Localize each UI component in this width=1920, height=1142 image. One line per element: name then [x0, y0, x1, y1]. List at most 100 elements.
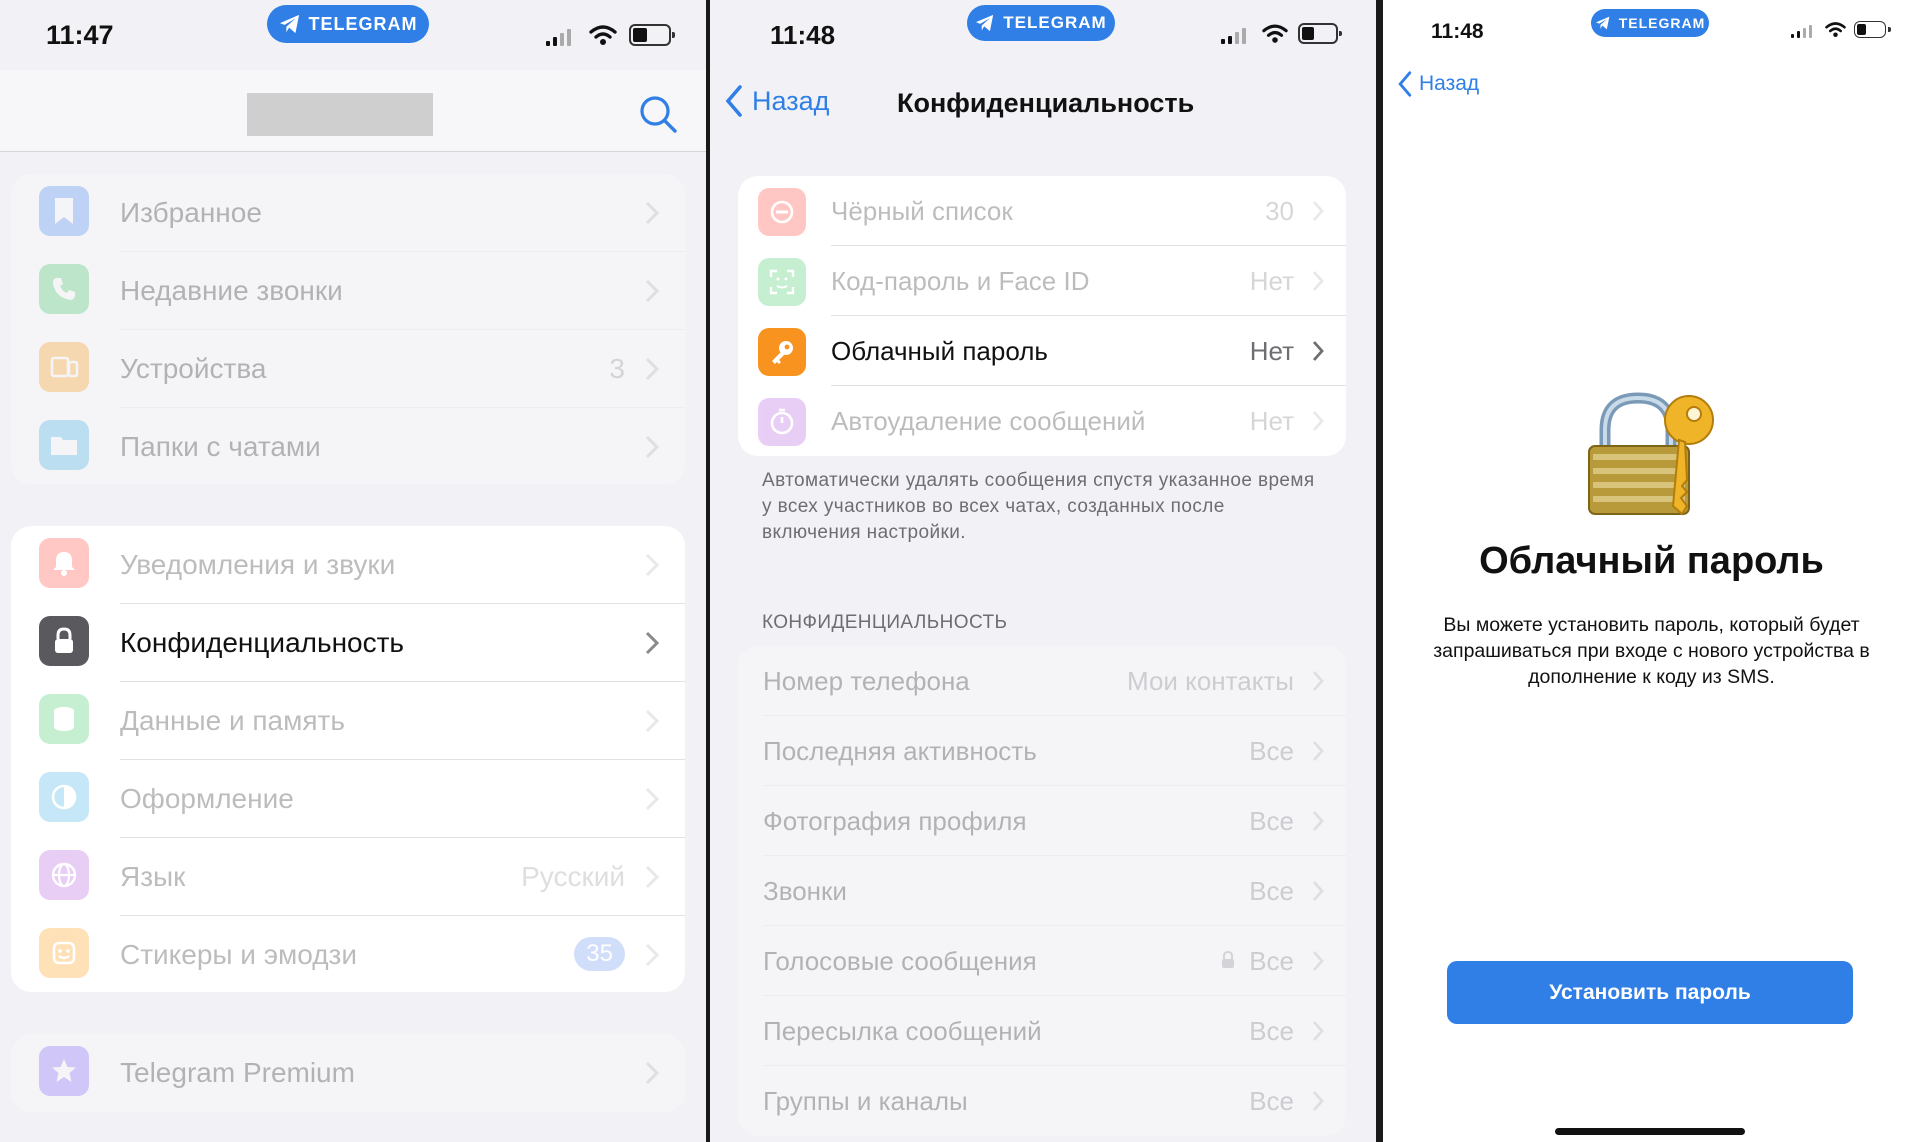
back-button[interactable]: Назад: [1397, 70, 1479, 98]
auto-delete-note: Автоматически удалять сообщения спустя у…: [762, 470, 1315, 543]
chevron-right-icon: [645, 787, 659, 811]
privacy-section-header: КОНФИДЕНЦИАЛЬНОСТЬ: [762, 612, 1008, 633]
privacy-row-passcode[interactable]: Код-пароль и Face ID Нет: [738, 246, 1346, 316]
privacy-row-forwards[interactable]: Пересылка сообщений Все: [738, 996, 1346, 1066]
privacy-row-voice-messages[interactable]: Голосовые сообщения Все: [738, 926, 1346, 996]
telegram-pill-label: TELEGRAM: [1618, 15, 1706, 31]
chevron-left-icon: [1398, 71, 1412, 97]
key-icon: [758, 328, 806, 376]
appearance-icon: [39, 772, 89, 822]
row-value: Все: [1249, 1085, 1294, 1116]
star-icon: [39, 1046, 89, 1096]
row-label: Конфиденциальность: [120, 627, 405, 658]
settings-row-stickers[interactable]: Стикеры и эмодзи 35: [11, 916, 685, 992]
chevron-right-icon: [1312, 1091, 1324, 1111]
status-time: 11:48: [1431, 20, 1484, 43]
chevron-right-icon: [1312, 951, 1324, 971]
row-label: Стикеры и эмодзи: [120, 939, 358, 970]
row-value: Нет: [1249, 405, 1294, 436]
wifi-icon: [1262, 24, 1288, 43]
set-password-label: Установить пароль: [1549, 980, 1751, 1004]
settings-row-notifications[interactable]: Уведомления и звуки: [11, 526, 685, 604]
page-title: Конфиденциальность: [897, 88, 1195, 118]
row-label: Голосовые сообщения: [763, 945, 1037, 976]
chevron-right-icon: [645, 357, 659, 381]
row-label: Недавние звонки: [120, 275, 343, 306]
settings-row-language[interactable]: Язык Русский: [11, 838, 685, 916]
redacted-title: [247, 93, 433, 136]
database-icon: [39, 694, 89, 744]
row-label: Избранное: [120, 197, 262, 228]
status-time: 11:48: [770, 20, 836, 50]
chevron-right-icon: [1312, 271, 1324, 291]
row-label: Группы и каналы: [763, 1085, 968, 1116]
cell-signal-icon: [1791, 24, 1812, 38]
privacy-row-phone[interactable]: Номер телефона Мои контакты: [738, 646, 1346, 716]
row-value: Русский: [521, 861, 625, 892]
chevron-right-icon: [645, 279, 659, 303]
privacy-row-groups[interactable]: Группы и каналы Все: [738, 1066, 1346, 1136]
wifi-icon: [589, 25, 617, 45]
chevron-right-icon: [1312, 671, 1324, 691]
battery-icon: [1298, 23, 1342, 44]
telegram-pill[interactable]: TELEGRAM: [1591, 9, 1709, 37]
row-value: Все: [1249, 1015, 1294, 1046]
settings-row-saved[interactable]: Избранное: [11, 174, 685, 252]
chevron-right-icon: [1312, 741, 1324, 761]
row-label: Устройства: [120, 353, 267, 384]
privacy-row-auto-delete[interactable]: Автоудаление сообщений Нет: [738, 386, 1346, 456]
phone-icon: [39, 264, 89, 314]
row-value: 30: [1265, 195, 1294, 226]
row-value: 3: [609, 353, 625, 384]
settings-row-recent-calls[interactable]: Недавние звонки: [11, 252, 685, 330]
bookmark-icon: [39, 186, 89, 236]
nav-bar: Назад Конфиденциальность: [710, 70, 1376, 140]
faceid-icon: [758, 258, 806, 306]
row-label: Номер телефона: [763, 665, 970, 696]
row-label: Автоудаление сообщений: [831, 405, 1146, 436]
privacy-row-blocked[interactable]: Чёрный список 30: [738, 176, 1346, 246]
row-label: Звонки: [763, 875, 847, 906]
telegram-pill[interactable]: TELEGRAM: [967, 5, 1115, 41]
chevron-right-icon: [1312, 201, 1324, 221]
settings-header: [0, 70, 706, 152]
chevron-right-icon: [645, 865, 659, 889]
timer-icon: [758, 398, 806, 446]
settings-row-premium[interactable]: Telegram Premium: [11, 1034, 685, 1112]
settings-row-devices[interactable]: Устройства 3: [11, 330, 685, 408]
row-label: Данные и память: [120, 705, 345, 736]
privacy-row-cloud-password[interactable]: Облачный пароль Нет: [738, 316, 1346, 386]
privacy-row-profile-photo[interactable]: Фотография профиля Все: [738, 786, 1346, 856]
privacy-row-last-seen[interactable]: Последняя активность Все: [738, 716, 1346, 786]
folder-icon: [39, 420, 89, 470]
row-value: Нет: [1249, 265, 1294, 296]
settings-row-appearance[interactable]: Оформление: [11, 760, 685, 838]
settings-row-data-storage[interactable]: Данные и память: [11, 682, 685, 760]
telegram-pill[interactable]: TELEGRAM: [267, 5, 429, 43]
chevron-right-icon: [1312, 411, 1324, 431]
row-value: Все: [1249, 875, 1294, 906]
privacy-screen: 11:48 TELEGRAM Назад Конфиденциальность: [710, 0, 1376, 1142]
chevron-right-icon: [1312, 341, 1324, 361]
row-label: Облачный пароль: [831, 335, 1048, 366]
row-label: Папки с чатами: [120, 431, 321, 462]
row-label: Фотография профиля: [763, 805, 1027, 836]
privacy-row-calls[interactable]: Звонки Все: [738, 856, 1346, 926]
security-group: Чёрный список 30 Код-пароль и Face ID Не…: [738, 176, 1346, 456]
panel-divider: [1376, 0, 1383, 1142]
set-password-button[interactable]: Установить пароль: [1447, 961, 1853, 1024]
row-value: Все: [1249, 945, 1294, 976]
row-value: Все: [1249, 735, 1294, 766]
settings-row-privacy[interactable]: Конфиденциальность: [11, 604, 685, 682]
back-button[interactable]: Назад: [724, 84, 829, 118]
blocked-icon: [758, 188, 806, 236]
search-icon[interactable]: [636, 92, 680, 136]
devices-icon: [39, 342, 89, 392]
wifi-icon: [1825, 22, 1846, 37]
chevron-right-icon: [645, 943, 659, 967]
settings-group-general: Избранное Недавние звонки Устройства 3 П…: [11, 174, 685, 484]
battery-icon: [1854, 21, 1891, 38]
telegram-plane-icon: [279, 14, 299, 34]
chevron-right-icon: [645, 435, 659, 459]
settings-row-chat-folders[interactable]: Папки с чатами: [11, 408, 685, 484]
